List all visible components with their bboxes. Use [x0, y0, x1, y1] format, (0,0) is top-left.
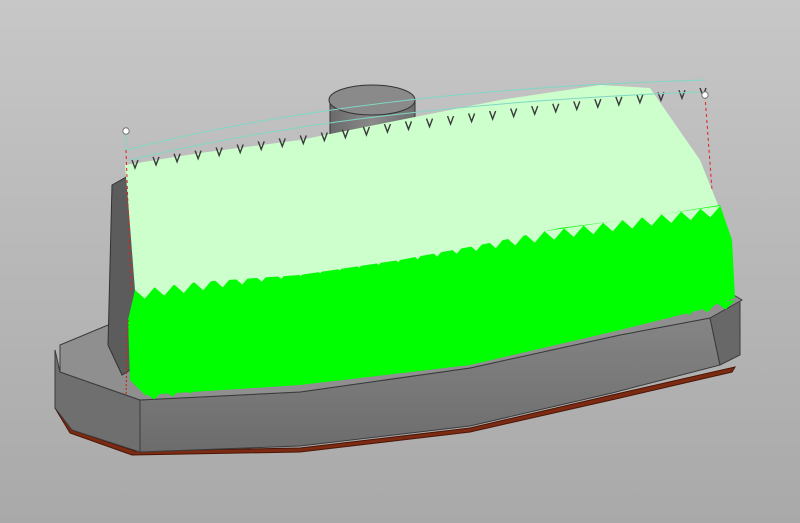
model-scene [54, 79, 744, 456]
3d-viewport[interactable] [0, 0, 800, 523]
support-rib [678, 89, 686, 101]
left-handle[interactable] [122, 127, 130, 135]
right-handle[interactable] [701, 91, 709, 99]
